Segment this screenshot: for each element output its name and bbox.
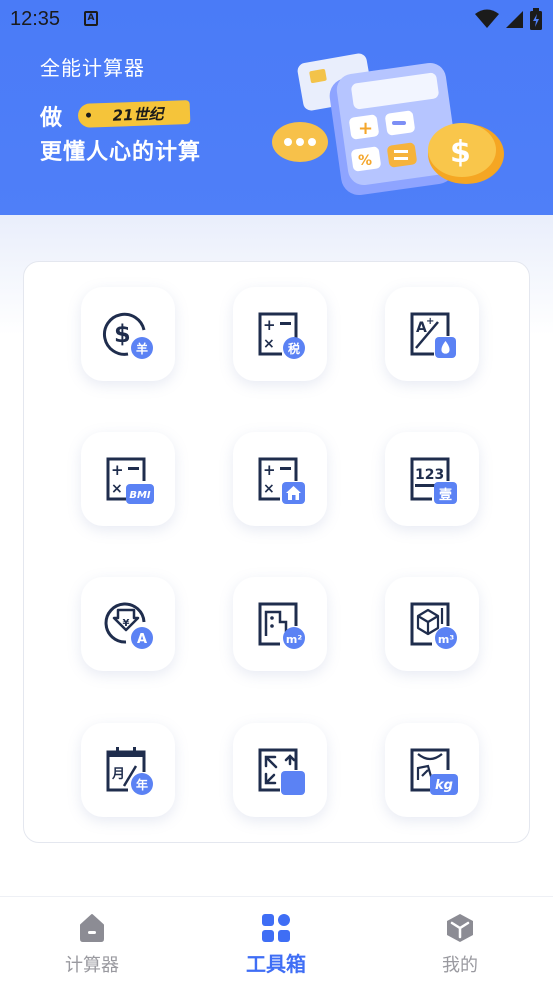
tool-date-calculator[interactable]: 月 年 bbox=[81, 723, 175, 817]
cube-icon bbox=[447, 914, 473, 942]
svg-text:+: + bbox=[263, 461, 276, 479]
uppercase-badge: 壹 bbox=[439, 487, 452, 503]
svg-text:123: 123 bbox=[415, 467, 444, 483]
svg-text:×: × bbox=[263, 481, 275, 497]
tool-loan[interactable]: ¥ A bbox=[81, 577, 175, 671]
date-calculator-icon: 月 年 bbox=[106, 747, 153, 795]
tab-calculator-label: 计算器 bbox=[65, 955, 119, 976]
tab-toolbox[interactable]: 工具箱 bbox=[184, 897, 368, 984]
svg-text:×: × bbox=[263, 336, 275, 352]
svg-text:×: × bbox=[111, 481, 123, 497]
tax-badge: 税 bbox=[288, 341, 300, 356]
tab-mine[interactable]: 我的 bbox=[368, 897, 552, 984]
tab-mine-label: 我的 bbox=[442, 955, 478, 976]
bmi-calculator-icon: + × BMI bbox=[106, 457, 154, 504]
notification-icon: A bbox=[84, 11, 98, 26]
currency-exchange-icon: $ 羊 bbox=[102, 312, 153, 359]
svg-text:$: $ bbox=[114, 320, 131, 348]
tool-tax-calculator[interactable]: + × 税 bbox=[233, 287, 327, 381]
weight-badge: kg bbox=[435, 778, 453, 793]
number-uppercase-icon: 123 壹 bbox=[410, 457, 457, 504]
banner-slogan: 更懂人心的计算 bbox=[40, 140, 202, 165]
calculator-illustration: + % $ bbox=[272, 53, 504, 196]
tool-font-size[interactable]: A + bbox=[385, 287, 479, 381]
font-size-icon: A + bbox=[410, 312, 456, 358]
svg-text:+: + bbox=[263, 316, 276, 334]
wifi-icon bbox=[475, 9, 499, 28]
banner-title: 全能计算器 bbox=[40, 56, 145, 80]
area-converter-icon: m² bbox=[258, 602, 305, 649]
battery-icon bbox=[530, 8, 542, 30]
loan-icon: ¥ A bbox=[104, 602, 153, 649]
svg-text:¥: ¥ bbox=[123, 618, 130, 629]
tool-mortgage-calculator[interactable]: + × bbox=[233, 432, 327, 526]
signal-icon bbox=[506, 11, 523, 28]
tax-calculator-icon: + × 税 bbox=[258, 312, 305, 359]
tool-weight-converter[interactable]: kg bbox=[385, 723, 479, 817]
tool-bmi-calculator[interactable]: + × BMI bbox=[81, 432, 175, 526]
bmi-badge: BMI bbox=[129, 490, 151, 501]
home-icon bbox=[80, 914, 104, 942]
tab-calculator[interactable]: 计算器 bbox=[0, 897, 184, 984]
weight-converter-icon: kg bbox=[410, 748, 458, 795]
tool-area-converter[interactable]: m² bbox=[233, 577, 327, 671]
status-indicators bbox=[475, 8, 543, 30]
banner-line1: 做 bbox=[40, 106, 63, 131]
loan-badge: A bbox=[137, 632, 147, 647]
volume-badge: m³ bbox=[438, 633, 454, 646]
tab-toolbox-label: 工具箱 bbox=[246, 952, 306, 976]
currency-badge: 羊 bbox=[136, 341, 148, 356]
svg-text:月: 月 bbox=[111, 767, 125, 782]
grid-icon bbox=[262, 914, 290, 942]
bottom-tab-bar: 计算器 工具箱 我的 bbox=[0, 896, 553, 984]
svg-text:+: + bbox=[426, 316, 434, 327]
tool-volume-converter[interactable]: m³ bbox=[385, 577, 479, 671]
status-bar: 12:35 A bbox=[0, 0, 553, 38]
date-badge: 年 bbox=[136, 777, 148, 792]
tool-number-uppercase[interactable]: 123 壹 bbox=[385, 432, 479, 526]
svg-text:+: + bbox=[358, 118, 373, 139]
svg-text:%: % bbox=[358, 153, 372, 169]
svg-text:+: + bbox=[111, 461, 124, 479]
mortgage-calculator-icon: + × bbox=[258, 457, 305, 504]
volume-converter-icon: m³ bbox=[410, 602, 457, 649]
banner-tag: 21世纪 bbox=[77, 100, 191, 128]
svg-text:$: $ bbox=[450, 135, 471, 170]
tool-unit-converter[interactable] bbox=[233, 723, 327, 817]
status-time: 12:35 bbox=[10, 8, 61, 30]
tool-currency-exchange[interactable]: $ 羊 bbox=[81, 287, 175, 381]
area-badge: m² bbox=[286, 633, 302, 646]
unit-converter-icon bbox=[258, 748, 305, 795]
